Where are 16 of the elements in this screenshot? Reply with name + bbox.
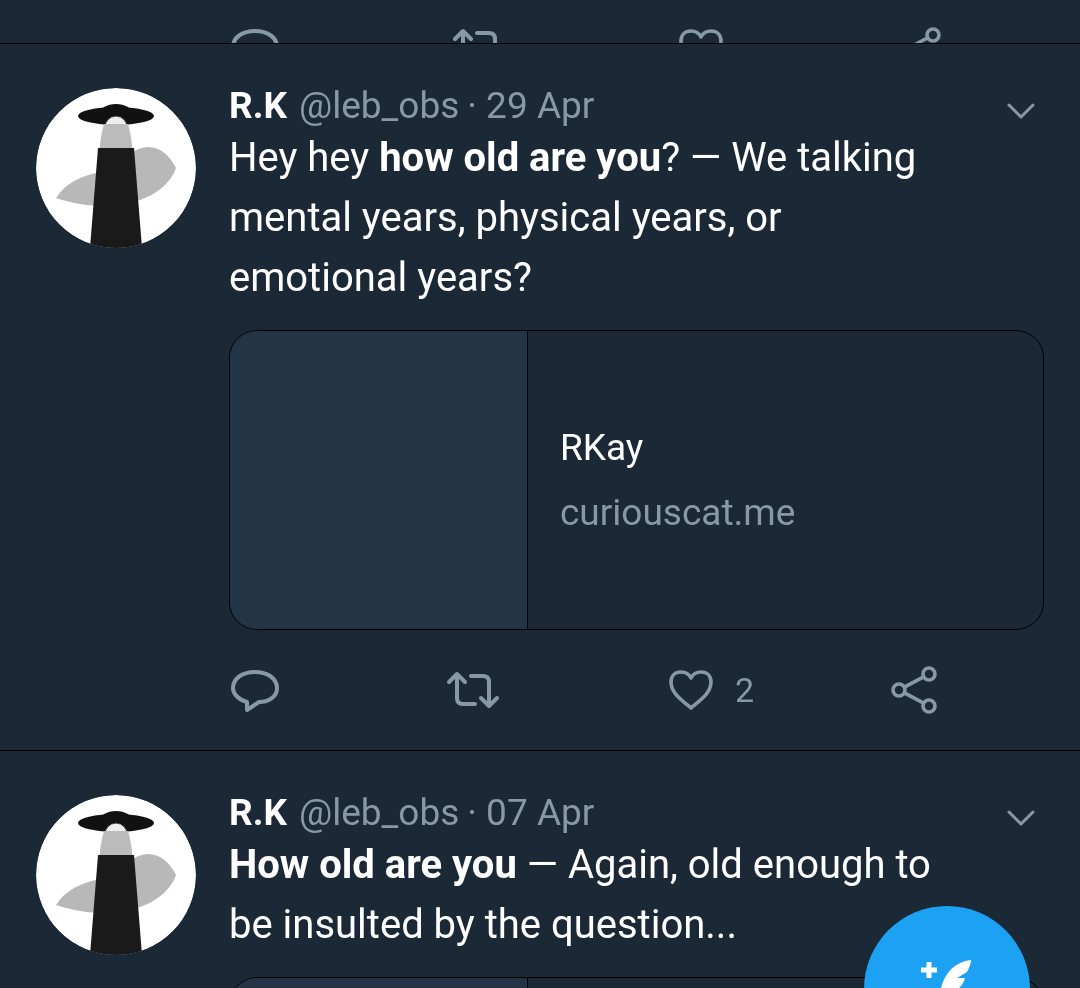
chevron-down-icon[interactable]: [1006, 809, 1036, 827]
card-domain: curiouscat.me: [560, 490, 796, 536]
user-name[interactable]: R.K: [229, 785, 287, 841]
chevron-down-icon[interactable]: [1006, 102, 1036, 120]
user-handle: @leb_obs: [298, 790, 460, 837]
tweet-text: Hey hey how old are you? — We talking mental years, physical years, or emotional years?: [229, 133, 918, 303]
tweet-date: · 07 Apr: [467, 790, 595, 837]
tweet-date: · 29 Apr: [467, 83, 595, 130]
user-handle: @leb_obs: [298, 83, 460, 130]
avatar[interactable]: [36, 88, 196, 248]
avatar[interactable]: [36, 795, 196, 955]
tweet-text: How old are you — Again, old enough to be insulted by the question...: [229, 840, 932, 950]
user-name[interactable]: R.K: [229, 78, 287, 134]
link-card[interactable]: RKay curiouscat.me: [229, 330, 1044, 630]
like-count: 2: [735, 668, 755, 712]
card-title: RKay: [560, 424, 645, 471]
